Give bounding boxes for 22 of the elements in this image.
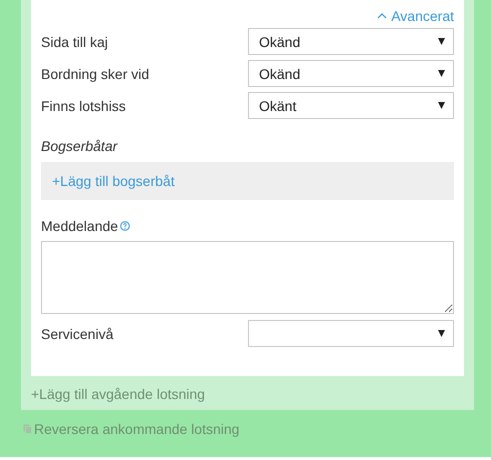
field-label: Bordning sker vid [41,66,150,82]
add-departure-link[interactable]: +Lägg till avgående lotsning [31,386,205,402]
field-label: Servicenivå [41,326,114,342]
field-label: Sida till kaj [41,34,108,50]
caret-icon [438,38,445,45]
field-label: Meddelande [41,218,118,234]
caret-icon [438,102,445,109]
dropdown[interactable]: Okänd [248,28,454,55]
field-label: Finns lotshiss [41,98,126,114]
help-icon[interactable] [120,221,130,231]
copy-icon [23,424,32,434]
chevron-icon [377,11,388,21]
advanced-toggle[interactable]: Avancerat [377,8,454,24]
caret-icon [438,70,445,77]
dropdown[interactable]: Okänd [248,60,454,87]
dropdown[interactable]: Okänt [248,92,454,119]
caret-icon [438,330,445,337]
message-field[interactable] [41,241,454,314]
section-heading: Bogserbåtar [41,138,119,154]
add-tug-link[interactable]: +Lägg till bogserbåt [52,173,175,189]
dropdown[interactable] [248,320,454,347]
reverse-link[interactable]: Reversera ankommande lotsning [23,421,240,437]
